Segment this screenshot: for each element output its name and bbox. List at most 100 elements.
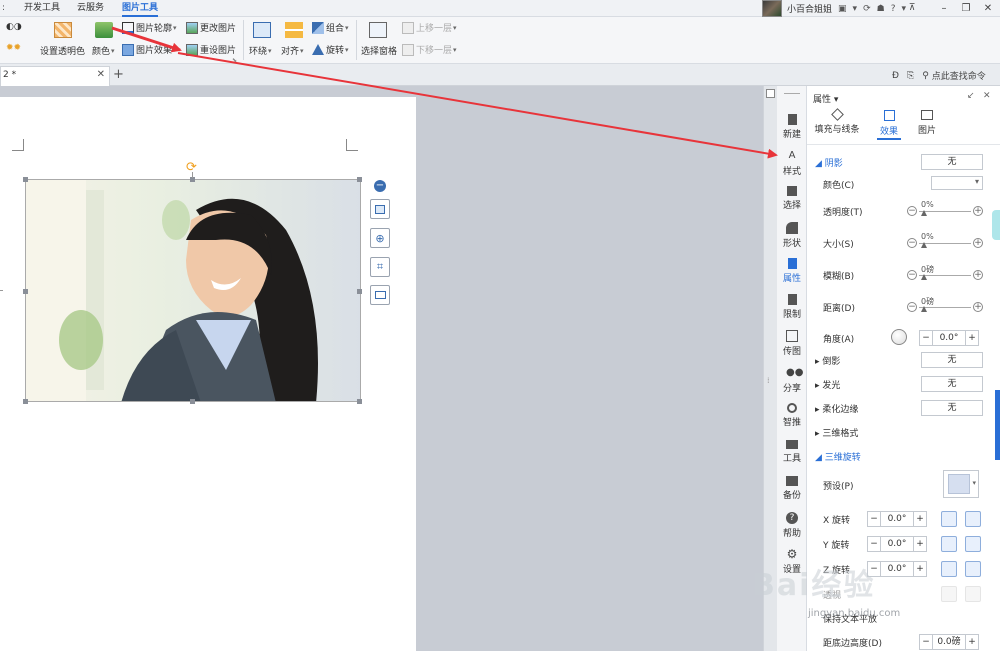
nav-select[interactable]: 选择	[777, 186, 807, 211]
tab-picture[interactable]: 图片	[897, 110, 957, 136]
nav-share[interactable]: ●● 分享	[777, 367, 807, 394]
nav-new[interactable]: 新建	[777, 114, 807, 140]
slider-thumb[interactable]	[921, 242, 927, 248]
shadow-color-dropdown[interactable]	[931, 176, 983, 190]
decrease-icon[interactable]: −	[907, 206, 917, 216]
rotate-button[interactable]: 旋转 ▾	[312, 43, 349, 56]
brightness-icon[interactable]: ◐◑	[6, 22, 22, 32]
nav-help[interactable]: ? 帮助	[777, 512, 807, 539]
layout-options-button[interactable]	[370, 199, 390, 219]
shadow-angle-stepper[interactable]: − 0.0° +	[919, 330, 979, 346]
increase-icon[interactable]: +	[973, 302, 983, 312]
set-transparent-color-button[interactable]: 设置透明色	[40, 44, 85, 57]
picture-frame-button[interactable]	[370, 285, 390, 305]
selected-picture[interactable]	[25, 179, 361, 402]
tab-picture-tools[interactable]: 图片工具	[122, 0, 159, 17]
z-rotate-cw-button[interactable]	[965, 561, 981, 577]
reset-picture-button[interactable]: 重设图片	[186, 43, 236, 56]
close-icon[interactable]: ✕	[979, 0, 997, 17]
x-rotate-right-button[interactable]	[965, 511, 981, 527]
slider-thumb[interactable]	[921, 210, 927, 216]
panel-dock-icon[interactable]: ↙	[967, 91, 975, 101]
crop-picture-button[interactable]: ⌗	[370, 257, 390, 277]
soft-edge-section[interactable]: ▸ 柔化边缘 无	[807, 398, 997, 418]
tab-developer-tools[interactable]: 开发工具	[24, 0, 60, 17]
decrease-icon[interactable]: −	[920, 331, 932, 345]
zoom-picture-button[interactable]: ⊕	[370, 228, 390, 248]
picture-outline-button[interactable]: 图片轮廓 ▾	[122, 21, 177, 34]
wrap-button[interactable]: 环绕 ▾	[249, 44, 272, 58]
nav-backup[interactable]: 备份	[777, 476, 807, 501]
doc-d-icon[interactable]: Ð	[892, 71, 899, 81]
shadow-section-header[interactable]: ◢ 阴影	[815, 156, 843, 169]
dialog-launcher-icon[interactable]: ⬊	[232, 57, 237, 64]
soft-edge-section-header[interactable]: ▸ 柔化边缘	[815, 402, 858, 415]
y-rotation-stepper[interactable]: − 0.0° +	[867, 536, 927, 552]
x-rotation-stepper[interactable]: − 0.0° +	[867, 511, 927, 527]
decrease-icon[interactable]: −	[907, 270, 917, 280]
align-button[interactable]: 对齐 ▾	[281, 44, 304, 58]
reflection-section[interactable]: ▸ 倒影 无	[807, 350, 997, 370]
nav-style[interactable]: A 样式	[777, 150, 807, 177]
minimize-icon[interactable]: –	[935, 0, 953, 17]
help-icon[interactable]: ?	[891, 4, 896, 14]
resize-handle[interactable]	[23, 399, 28, 404]
shadow-angle-value[interactable]: 0.0°	[932, 331, 966, 345]
new-tab-icon[interactable]: +	[113, 67, 124, 82]
decrease-icon[interactable]: −	[907, 238, 917, 248]
user-account[interactable]: 小百合姐姐 ▣ ▾ ⟳ ☗ ? ▾	[762, 0, 906, 17]
z-rotation-value[interactable]: 0.0°	[880, 562, 914, 576]
tab-cloud-service[interactable]: 云服务	[77, 0, 104, 17]
ribbon-collapse-icon[interactable]: ⊼	[903, 0, 921, 17]
nav-shape[interactable]: 形状	[777, 222, 807, 249]
picture-effect-button[interactable]: 图片效果 ▾	[122, 43, 177, 56]
distance-bottom-value[interactable]: 0.0磅	[932, 635, 966, 649]
soft-edge-preset-select[interactable]: 无	[921, 400, 983, 416]
three-d-rotation-section[interactable]: ◢ 三维旋转	[807, 446, 997, 466]
panel-close-icon[interactable]: ✕	[983, 91, 991, 101]
increase-icon[interactable]: +	[973, 270, 983, 280]
increase-icon[interactable]: +	[966, 331, 978, 345]
resize-handle[interactable]	[23, 177, 28, 182]
nav-restrict[interactable]: 限制	[777, 294, 807, 320]
nav-property[interactable]: 属性	[777, 258, 807, 284]
contrast-icon[interactable]: ✹✹	[6, 43, 21, 53]
three-d-format-section[interactable]: ▸ 三维格式	[807, 422, 997, 442]
send-backward-button[interactable]: 下移一层 ▾	[402, 43, 457, 56]
nav-toolbox[interactable]: 工具	[777, 440, 807, 464]
nav-smart-push[interactable]: 智推	[777, 403, 807, 428]
increase-icon[interactable]: +	[973, 238, 983, 248]
decrease-icon[interactable]: −	[868, 512, 880, 526]
shadow-distance-slider[interactable]: − 0磅 +	[907, 297, 983, 314]
tab-fill-and-line[interactable]: 填充与线条	[807, 108, 867, 135]
command-search[interactable]: Ð ⎘ ⚲ 点此查找命令	[892, 69, 986, 83]
reflection-section-header[interactable]: ▸ 倒影	[815, 354, 840, 367]
decrease-icon[interactable]: −	[868, 537, 880, 551]
three-d-rotation-header[interactable]: ◢ 三维旋转	[815, 450, 861, 463]
change-picture-button[interactable]: 更改图片	[186, 21, 236, 34]
nav-upload-image[interactable]: 传图	[777, 330, 807, 357]
shadow-section[interactable]: ◢ 阴影 无	[807, 152, 997, 172]
pane-toggle-icon[interactable]	[766, 89, 775, 98]
y-rotate-up-button[interactable]	[941, 536, 957, 552]
color-button[interactable]: 颜色 ▾	[92, 44, 115, 58]
selection-pane-button[interactable]: 选择窗格	[361, 44, 397, 57]
perspective-widen-button[interactable]	[965, 586, 981, 602]
three-d-format-header[interactable]: ▸ 三维格式	[815, 426, 858, 439]
angle-dial[interactable]	[891, 329, 907, 345]
skin-icon[interactable]: ☗	[877, 4, 885, 14]
shadow-blur-slider[interactable]: − 0磅 +	[907, 265, 983, 282]
doc-share-icon[interactable]: ⎘	[907, 71, 914, 81]
dropdown-chevron-icon[interactable]: ▾	[853, 4, 858, 14]
decrease-icon[interactable]: −	[920, 635, 932, 649]
group-button[interactable]: 组合 ▾	[312, 21, 349, 34]
increase-icon[interactable]: +	[914, 537, 926, 551]
document-tab[interactable]: 2 * ✕	[0, 66, 110, 86]
distance-bottom-stepper[interactable]: − 0.0磅 +	[919, 634, 979, 650]
z-rotation-stepper[interactable]: − 0.0° +	[867, 561, 927, 577]
panel-title[interactable]: 属性 ▾	[813, 92, 838, 105]
splitter-grip-icon[interactable]: ⁞	[767, 376, 770, 385]
bring-forward-button[interactable]: 上移一层 ▾	[402, 21, 457, 34]
reflection-preset-select[interactable]: 无	[921, 352, 983, 368]
edge-expand-tab[interactable]	[995, 390, 1000, 460]
